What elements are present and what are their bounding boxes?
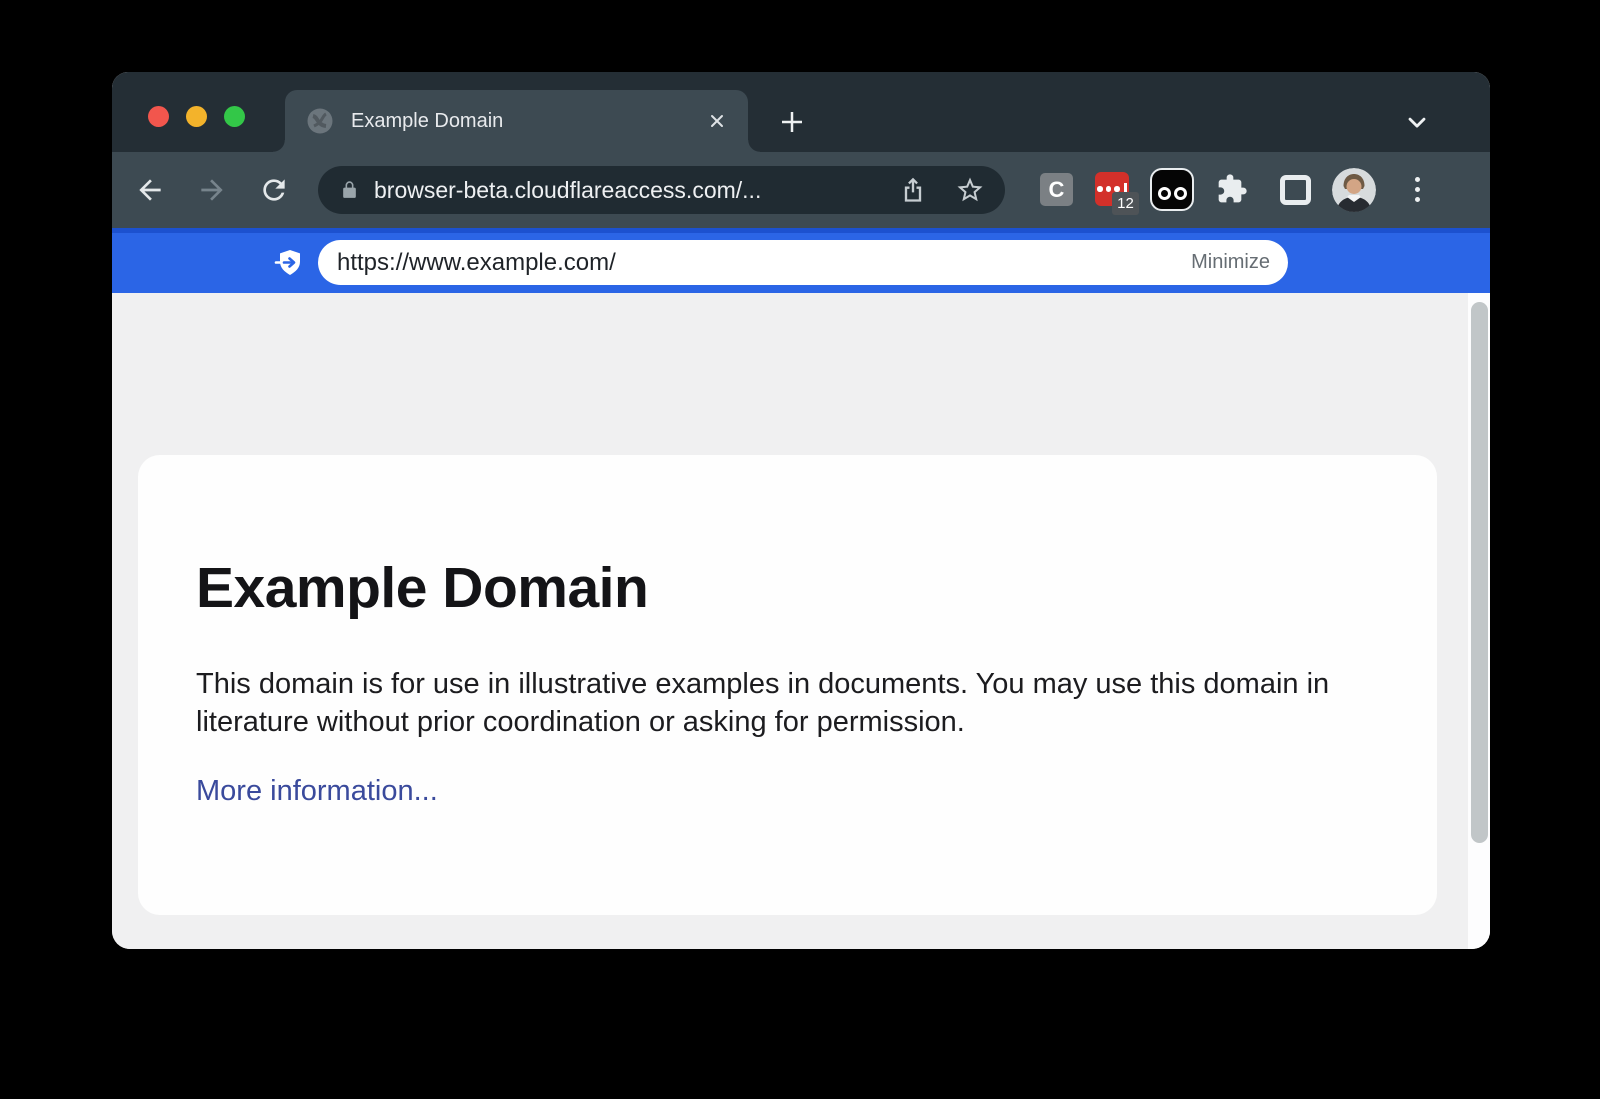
isolated-url-text: https://www.example.com/	[337, 249, 1191, 277]
titlebar: Example Domain	[112, 72, 1490, 152]
dot	[1415, 187, 1420, 192]
isolated-url-input[interactable]: https://www.example.com/ Minimize	[318, 240, 1288, 285]
password-manager-extension-icon[interactable]: 12	[1095, 172, 1129, 206]
extensions-puzzle-icon[interactable]	[1216, 173, 1248, 205]
lock-icon	[340, 179, 359, 201]
toolbar: browser-beta.cloudflareaccess.com/... C …	[112, 152, 1490, 228]
camera-extension-icon[interactable]	[1150, 168, 1194, 211]
page-paragraph: This domain is for use in illustrative e…	[196, 665, 1351, 741]
page-heading: Example Domain	[196, 555, 1377, 621]
browser-menu-icon[interactable]	[1410, 173, 1424, 205]
dot	[1415, 197, 1420, 202]
address-bar[interactable]: browser-beta.cloudflareaccess.com/...	[318, 166, 1005, 214]
traffic-lights	[148, 106, 245, 127]
lens-circle	[1174, 187, 1187, 200]
close-window-button[interactable]	[148, 106, 169, 127]
minimize-button[interactable]: Minimize	[1191, 251, 1270, 274]
tab-close-icon[interactable]	[706, 110, 728, 132]
maximize-window-button[interactable]	[224, 106, 245, 127]
bookmark-star-icon[interactable]	[955, 175, 985, 205]
back-button[interactable]	[134, 174, 166, 206]
new-tab-button[interactable]	[777, 107, 807, 137]
extension-badge: 12	[1112, 192, 1139, 215]
profile-avatar[interactable]	[1332, 168, 1376, 212]
page-content: Example Domain This domain is for use in…	[112, 293, 1490, 949]
extension-c-icon[interactable]: C	[1040, 173, 1073, 206]
example-domain-card: Example Domain This domain is for use in…	[138, 455, 1437, 915]
reload-button[interactable]	[258, 174, 290, 206]
isolation-bar: https://www.example.com/ Minimize	[112, 228, 1490, 293]
scrollbar-thumb[interactable]	[1471, 302, 1488, 843]
browser-tab[interactable]: Example Domain	[285, 90, 748, 152]
browser-window: Example Domain browser-beta.cloudflareac…	[112, 72, 1490, 949]
minimize-window-button[interactable]	[186, 106, 207, 127]
address-bar-url: browser-beta.cloudflareaccess.com/...	[374, 177, 899, 204]
isolation-shield-icon	[274, 248, 304, 278]
tab-title: Example Domain	[351, 110, 706, 133]
dot	[1097, 186, 1103, 192]
chevron-down-icon[interactable]	[1402, 108, 1432, 136]
dot	[1114, 186, 1120, 192]
more-information-link[interactable]: More information...	[196, 775, 438, 808]
dot	[1415, 177, 1420, 182]
share-icon[interactable]	[899, 175, 927, 205]
lens-circle	[1158, 187, 1171, 200]
dot	[1106, 186, 1112, 192]
forward-button[interactable]	[196, 174, 228, 206]
tab-favicon-globe-icon	[307, 108, 333, 134]
side-panel-icon[interactable]	[1280, 175, 1311, 205]
